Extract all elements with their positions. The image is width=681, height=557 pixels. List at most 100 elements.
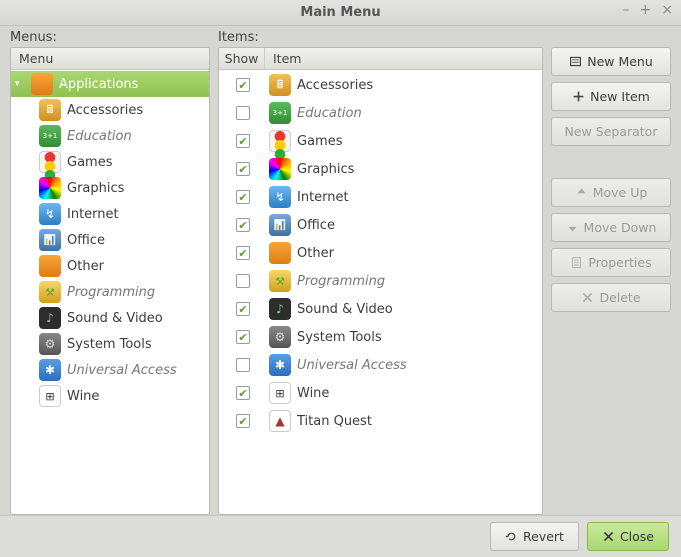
menu-row[interactable]: Programming: [11, 279, 209, 305]
show-checkbox[interactable]: [236, 246, 250, 260]
item-row[interactable]: Programming: [219, 267, 542, 295]
menu-row[interactable]: Office: [11, 227, 209, 253]
show-checkbox[interactable]: [236, 274, 250, 288]
item-row[interactable]: ●●●● Games: [219, 127, 542, 155]
item-row[interactable]: Office: [219, 211, 542, 239]
accessories-icon: [269, 74, 291, 96]
menu-row[interactable]: Other: [11, 253, 209, 279]
show-checkbox[interactable]: [236, 106, 250, 120]
menus-tree: ▾ Applications Accessories Education ●●●●Gam…: [11, 70, 209, 410]
menu-row[interactable]: Sound & Video: [11, 305, 209, 331]
sound-video-icon: [39, 307, 61, 329]
menu-label: Universal Access: [67, 363, 177, 378]
show-checkbox[interactable]: [236, 414, 250, 428]
menu-row[interactable]: Universal Access: [11, 357, 209, 383]
menu-row[interactable]: ●●●●Games: [11, 149, 209, 175]
education-icon: [39, 125, 61, 147]
maximize-button[interactable]: +: [640, 2, 652, 18]
item-label: System Tools: [297, 330, 382, 345]
menu-label: Other: [67, 259, 104, 274]
item-row[interactable]: Wine: [219, 379, 542, 407]
move-down-label: Move Down: [584, 220, 657, 235]
internet-icon: [269, 186, 291, 208]
item-label: Graphics: [297, 162, 354, 177]
new-menu-label: New Menu: [587, 54, 653, 69]
menu-label: Sound & Video: [67, 311, 163, 326]
delete-button[interactable]: Delete: [551, 283, 671, 312]
show-checkbox[interactable]: [236, 358, 250, 372]
show-checkbox[interactable]: [236, 134, 250, 148]
menu-label: Applications: [59, 77, 138, 92]
menu-label: Games: [67, 155, 112, 170]
item-label: Internet: [297, 190, 349, 205]
close-label: Close: [620, 529, 654, 544]
window-title: Main Menu: [300, 5, 380, 20]
menu-label: Education: [67, 129, 132, 144]
show-checkbox[interactable]: [236, 78, 250, 92]
main-area: Menu ▾ApplicationsAccessoriesEducation●●…: [10, 47, 671, 515]
menu-row[interactable]: System Tools: [11, 331, 209, 357]
item-row[interactable]: Sound & Video: [219, 295, 542, 323]
menu-row[interactable]: Accessories: [11, 97, 209, 123]
revert-button[interactable]: Revert: [490, 522, 579, 551]
item-label: Games: [297, 134, 342, 149]
menu-row-root[interactable]: ▾ Applications: [11, 71, 209, 97]
items-tree-header: Show Item: [219, 48, 542, 70]
menu-label: System Tools: [67, 337, 152, 352]
universal-access-icon: [269, 354, 291, 376]
properties-button[interactable]: Properties: [551, 248, 671, 277]
window-controls: – + ×: [623, 2, 673, 18]
menu-row[interactable]: Internet: [11, 201, 209, 227]
menu-row[interactable]: Education: [11, 123, 209, 149]
item-label: Other: [297, 246, 334, 261]
item-row[interactable]: Internet: [219, 183, 542, 211]
new-menu-button[interactable]: New Menu: [551, 47, 671, 76]
move-up-button[interactable]: Move Up: [551, 178, 671, 207]
revert-icon: [505, 530, 518, 543]
graphics-icon: [269, 158, 291, 180]
show-column-header[interactable]: Show: [219, 48, 265, 69]
properties-icon: [570, 256, 583, 269]
move-up-label: Move Up: [593, 185, 648, 200]
minimize-button[interactable]: –: [623, 2, 630, 18]
item-row[interactable]: System Tools: [219, 323, 542, 351]
menu-row[interactable]: Graphics: [11, 175, 209, 201]
show-checkbox[interactable]: [236, 330, 250, 344]
menus-panel[interactable]: Menu ▾ Applications Accessories Education ●●…: [10, 47, 210, 515]
close-button[interactable]: Close: [587, 522, 669, 551]
item-row[interactable]: Education: [219, 99, 542, 127]
menu-column-header[interactable]: Menu: [11, 48, 209, 69]
graphics-icon: [39, 177, 61, 199]
item-row[interactable]: Other: [219, 239, 542, 267]
sound-video-icon: [269, 298, 291, 320]
education-icon: [269, 102, 291, 124]
show-checkbox[interactable]: [236, 190, 250, 204]
new-item-button[interactable]: New Item: [551, 82, 671, 111]
item-row[interactable]: Graphics: [219, 155, 542, 183]
column-headers: Menus: Items:: [10, 30, 671, 47]
show-checkbox[interactable]: [236, 302, 250, 316]
item-row[interactable]: Titan Quest: [219, 407, 542, 435]
move-down-button[interactable]: Move Down: [551, 213, 671, 242]
menu-row[interactable]: Wine: [11, 383, 209, 409]
system-tools-icon: [269, 326, 291, 348]
show-checkbox[interactable]: [236, 386, 250, 400]
titlebar[interactable]: Main Menu – + ×: [0, 0, 681, 26]
items-panel[interactable]: Show Item AccessoriesEducation ●●●● Games G…: [218, 47, 543, 515]
items-label: Items:: [218, 30, 671, 45]
item-column-header[interactable]: Item: [265, 48, 542, 69]
show-checkbox[interactable]: [236, 218, 250, 232]
properties-label: Properties: [588, 255, 651, 270]
menus-tree-header[interactable]: Menu: [11, 48, 209, 70]
menu-label: Wine: [67, 389, 99, 404]
new-separator-button[interactable]: New Separator: [551, 117, 671, 146]
item-label: Programming: [297, 274, 385, 289]
item-row[interactable]: Universal Access: [219, 351, 542, 379]
show-checkbox[interactable]: [236, 162, 250, 176]
close-window-button[interactable]: ×: [661, 2, 673, 18]
delete-label: Delete: [599, 290, 640, 305]
titan-quest-icon: [269, 410, 291, 432]
item-row[interactable]: Accessories: [219, 71, 542, 99]
expander-icon[interactable]: ▾: [15, 79, 25, 89]
games-icon: ●●●●: [269, 130, 291, 152]
